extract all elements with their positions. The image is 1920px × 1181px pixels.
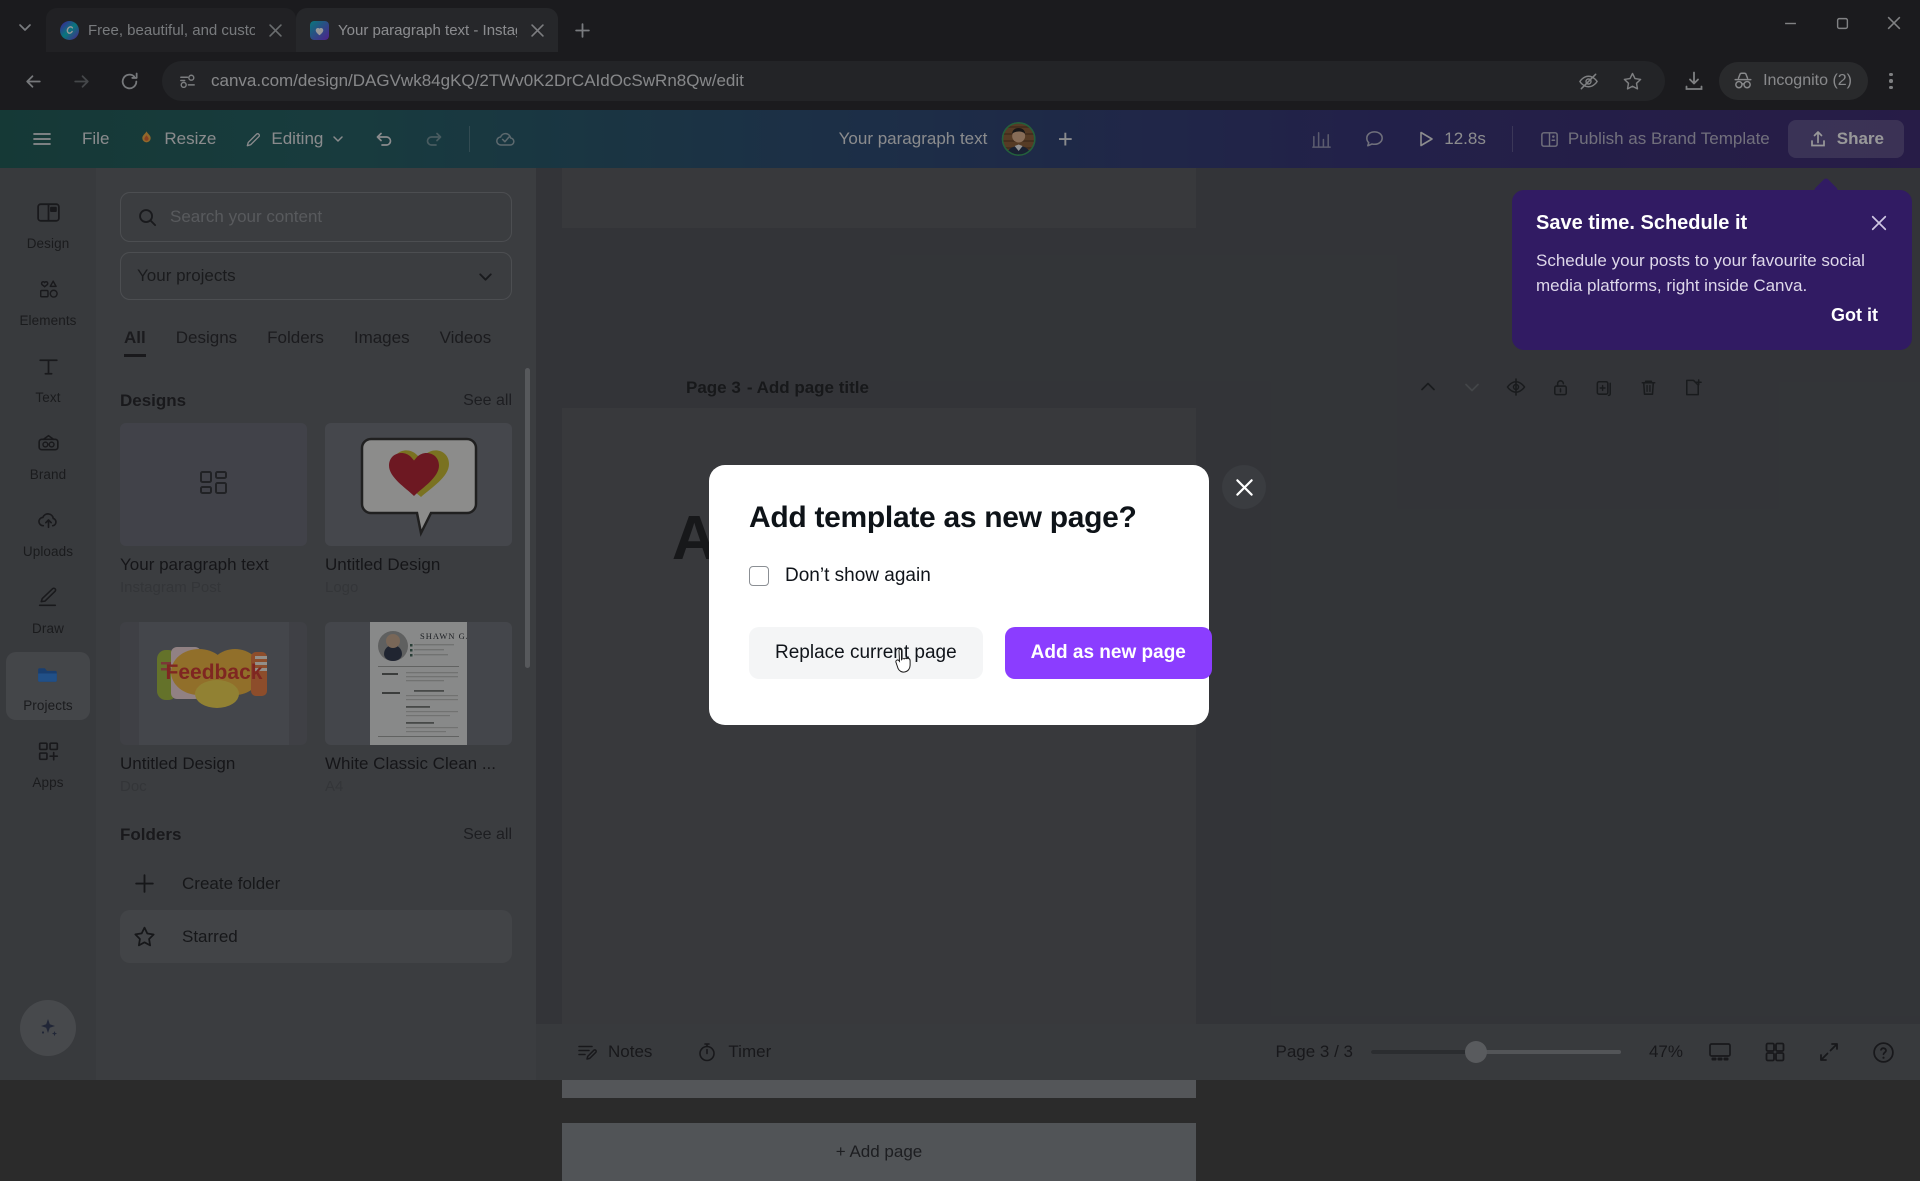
close-icon[interactable] bbox=[1868, 212, 1890, 234]
dont-show-again-label: Don’t show again bbox=[785, 565, 931, 586]
toast-body: Schedule your posts to your favourite so… bbox=[1536, 251, 1865, 295]
add-as-new-page-button[interactable]: Add as new page bbox=[1004, 627, 1212, 679]
add-template-modal: Add template as new page? Don’t show aga… bbox=[709, 465, 1212, 725]
toast-title: Save time. Schedule it bbox=[1536, 212, 1748, 234]
add-page-button[interactable]: + Add page bbox=[562, 1123, 1196, 1181]
modal-title: Add template as new page? bbox=[749, 501, 1137, 534]
toast-got-it-button[interactable]: Got it bbox=[1817, 297, 1892, 334]
dont-show-again-checkbox[interactable] bbox=[749, 566, 769, 586]
schedule-toast: Save time. Schedule it Schedule your pos… bbox=[1512, 177, 1912, 350]
modal-close-button[interactable] bbox=[1222, 465, 1266, 509]
modal-actions: Replace current page Add as new page bbox=[749, 627, 1212, 679]
dont-show-again-row[interactable]: Don’t show again bbox=[749, 565, 1169, 587]
replace-current-page-button[interactable]: Replace current page bbox=[749, 627, 983, 679]
